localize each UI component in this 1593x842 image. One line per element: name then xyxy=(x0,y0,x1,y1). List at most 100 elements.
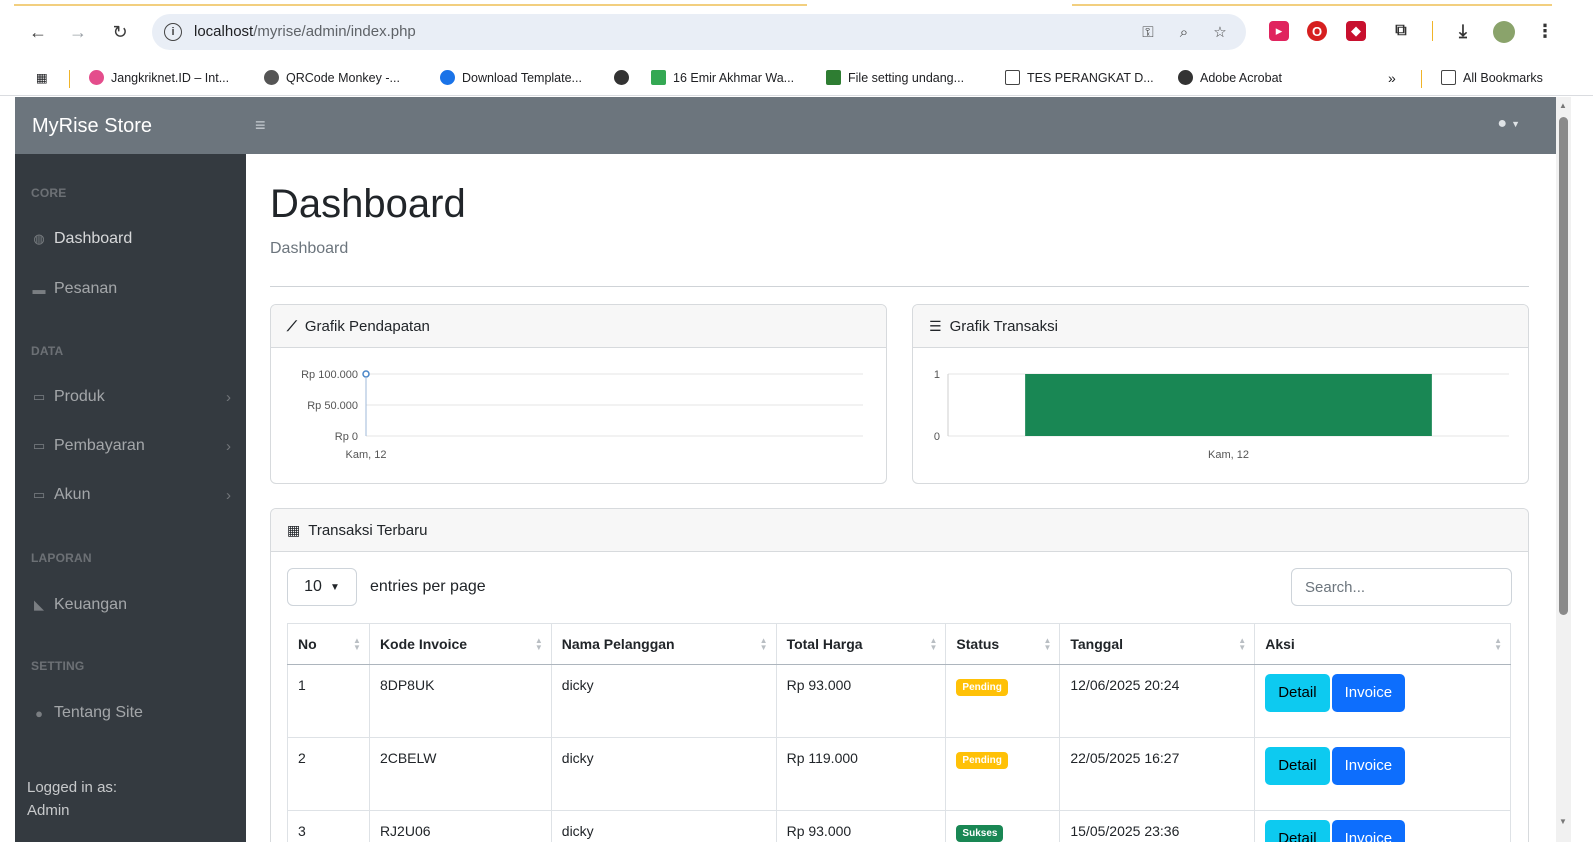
detail-button[interactable]: Detail xyxy=(1265,674,1330,712)
invoice-button[interactable]: Invoice xyxy=(1331,747,1406,785)
brand-link[interactable]: MyRise Store xyxy=(32,115,152,138)
bookmark-item[interactable]: Adobe Acrobat xyxy=(1178,70,1282,85)
detail-button[interactable]: Detail xyxy=(1265,820,1330,842)
globe-icon xyxy=(614,70,629,85)
bookmark-item[interactable]: 16 Emir Akhmar Wa... xyxy=(651,70,794,85)
user-dropdown[interactable]: ● ▼ xyxy=(1497,115,1520,133)
detail-button[interactable]: Detail xyxy=(1265,747,1330,785)
entries-control: 10 ▼ entries per page xyxy=(287,568,486,606)
column-header[interactable]: No ▲ ▼ xyxy=(287,623,370,665)
page-scrollbar[interactable]: ▲ ▼ xyxy=(1556,97,1571,842)
cell-status: Pending xyxy=(945,664,1061,738)
invoice-button[interactable]: Invoice xyxy=(1331,674,1406,712)
bar xyxy=(1025,374,1432,436)
extension-video-icon[interactable]: ▸ xyxy=(1269,21,1289,41)
forward-arrow-icon[interactable]: → xyxy=(66,20,90,44)
bookmark-item[interactable]: QRCode Monkey -... xyxy=(264,70,400,85)
globe-icon xyxy=(1178,70,1193,85)
download-icon[interactable]: ⤓ xyxy=(1453,21,1473,41)
line-chart-icon: ⟋ xyxy=(287,317,297,334)
divider xyxy=(270,286,1529,287)
cell-total-harga: Rp 119.000 xyxy=(775,737,947,811)
toolbar-separator xyxy=(1432,21,1433,41)
bookmark-star-icon[interactable]: ☆ xyxy=(1210,22,1230,42)
bookmark-favicon-icon xyxy=(89,70,104,85)
y-tick-label: Rp 100.000 xyxy=(301,369,358,381)
tab-strip-edge xyxy=(14,4,1593,7)
url-text[interactable]: localhost/myrise/admin/index.php xyxy=(194,23,416,40)
sidebar-item-dashboard[interactable]: ◍ Dashboard xyxy=(31,230,231,248)
sidebar-item-akun[interactable]: ▭ Akun › xyxy=(31,486,231,504)
status-badge: Pending xyxy=(956,679,1008,696)
scrollbar-thumb[interactable] xyxy=(1559,117,1568,615)
sidebar-item-pesanan[interactable]: ▬ Pesanan xyxy=(31,280,231,298)
scroll-down-icon[interactable]: ▼ xyxy=(1559,817,1567,826)
cell-kode-invoice: RJ2U06 xyxy=(368,810,552,842)
extension-shield-icon[interactable]: ◆ xyxy=(1346,21,1366,41)
profile-avatar-icon[interactable] xyxy=(1493,21,1515,43)
bar-chart-icon: ☰ xyxy=(929,317,942,334)
address-bar[interactable]: i localhost/myrise/admin/index.php ⚿ ⌕ ☆ xyxy=(152,14,1246,50)
cell-kode-invoice: 2CBELW xyxy=(368,737,552,811)
y-tick-label: Rp 50.000 xyxy=(307,400,358,412)
bookmark-item[interactable]: File setting undang... xyxy=(826,70,964,85)
columns-icon: ▭ xyxy=(32,487,46,502)
sort-icon: ▲ ▼ xyxy=(1494,636,1502,652)
main-content: Dashboard Dashboard ⟋ Grafik Pendapatan … xyxy=(246,154,1556,842)
sidebar-footer: Logged in as: Admin xyxy=(27,776,117,822)
back-arrow-icon[interactable]: ← xyxy=(26,20,50,44)
table-icon: ▦ xyxy=(287,521,301,538)
zoom-icon[interactable]: ⌕ xyxy=(1174,22,1194,42)
x-tick-label: Kam, 12 xyxy=(346,449,387,461)
cart-icon: ▬ xyxy=(32,281,46,297)
revenue-chart: Rp 100.000 Rp 50.000 Rp 0 Kam, 12 xyxy=(301,369,863,461)
cell-aksi: Detail Invoice xyxy=(1254,810,1511,842)
bookmarks-overflow-button[interactable]: » xyxy=(1388,70,1396,86)
bookmark-item[interactable]: Download Template... xyxy=(440,70,582,85)
column-header[interactable]: Tanggal ▲ ▼ xyxy=(1059,623,1256,665)
cell-tanggal: 22/05/2025 16:27 xyxy=(1059,737,1256,811)
sidebar-heading-core: CORE xyxy=(31,186,67,200)
status-badge: Pending xyxy=(956,752,1008,769)
sort-icon: ▲ ▼ xyxy=(1238,636,1247,652)
column-header[interactable]: Nama Pelanggan ▲ ▼ xyxy=(550,623,777,665)
bookmark-favicon-icon xyxy=(826,70,841,85)
apps-grid-icon[interactable]: ▦ xyxy=(36,70,48,85)
bookmarks-bar: ▦ Jangkriknet.ID – Int... QRCode Monkey … xyxy=(0,62,1593,96)
transactions-table: No ▲ ▼ Kode Invoice ▲ ▼ Nama Pelanggan ▲ ▼ Tot… xyxy=(287,623,1511,842)
sidebar-item-pembayaran[interactable]: ▭ Pembayaran › xyxy=(31,437,231,455)
transactions-header: ▦ Transaksi Terbaru xyxy=(271,509,1528,552)
site-info-icon[interactable]: i xyxy=(164,23,182,41)
sidebar-toggle-icon[interactable]: ≡ xyxy=(255,115,266,136)
table-row: 1 8DP8UK dicky Rp 93.000 Pending 12/06/2… xyxy=(287,664,1511,738)
password-key-icon[interactable]: ⚿ xyxy=(1138,22,1158,42)
column-header[interactable]: Kode Invoice ▲ ▼ xyxy=(368,623,552,665)
sidebar-item-keuangan[interactable]: ◣ Keuangan xyxy=(31,596,231,614)
entries-select[interactable]: 10 ▼ xyxy=(287,568,357,606)
cell-status: Pending xyxy=(945,737,1061,811)
browser-menu-icon[interactable]: ⋮ xyxy=(1535,21,1555,41)
invoice-button[interactable]: Invoice xyxy=(1331,820,1406,842)
sidebar-heading-data: DATA xyxy=(31,344,64,358)
bookmark-item[interactable] xyxy=(614,70,636,85)
column-header[interactable]: Status ▲ ▼ xyxy=(945,623,1061,665)
sidebar-heading-laporan: LAPORAN xyxy=(31,551,92,565)
entries-label: entries per page xyxy=(370,578,486,595)
bookmark-item[interactable]: Jangkriknet.ID – Int... xyxy=(89,70,229,85)
status-badge: Sukses xyxy=(956,825,1004,842)
cell-no: 2 xyxy=(287,737,370,811)
sidebar-item-produk[interactable]: ▭ Produk › xyxy=(31,388,231,406)
bookmark-folder[interactable]: TES PERANGKAT D... xyxy=(1005,70,1154,85)
sidebar-item-tentang-site[interactable]: ● Tentang Site xyxy=(31,704,231,722)
all-bookmarks-button[interactable]: All Bookmarks xyxy=(1441,70,1543,85)
sidebar-heading-setting: SETTING xyxy=(31,659,85,673)
cell-total-harga: Rp 93.000 xyxy=(775,810,947,842)
scroll-up-icon[interactable]: ▲ xyxy=(1559,101,1567,110)
column-header[interactable]: Aksi ▲ ▼ xyxy=(1254,623,1511,665)
extension-opera-icon[interactable]: O xyxy=(1307,21,1327,41)
extensions-puzzle-icon[interactable]: ⧉ xyxy=(1391,21,1411,41)
search-input[interactable]: Search... xyxy=(1291,568,1512,606)
column-header[interactable]: Total Harga ▲ ▼ xyxy=(775,623,947,665)
reload-icon[interactable]: ↻ xyxy=(108,20,132,44)
cell-nama-pelanggan: dicky xyxy=(550,810,777,842)
